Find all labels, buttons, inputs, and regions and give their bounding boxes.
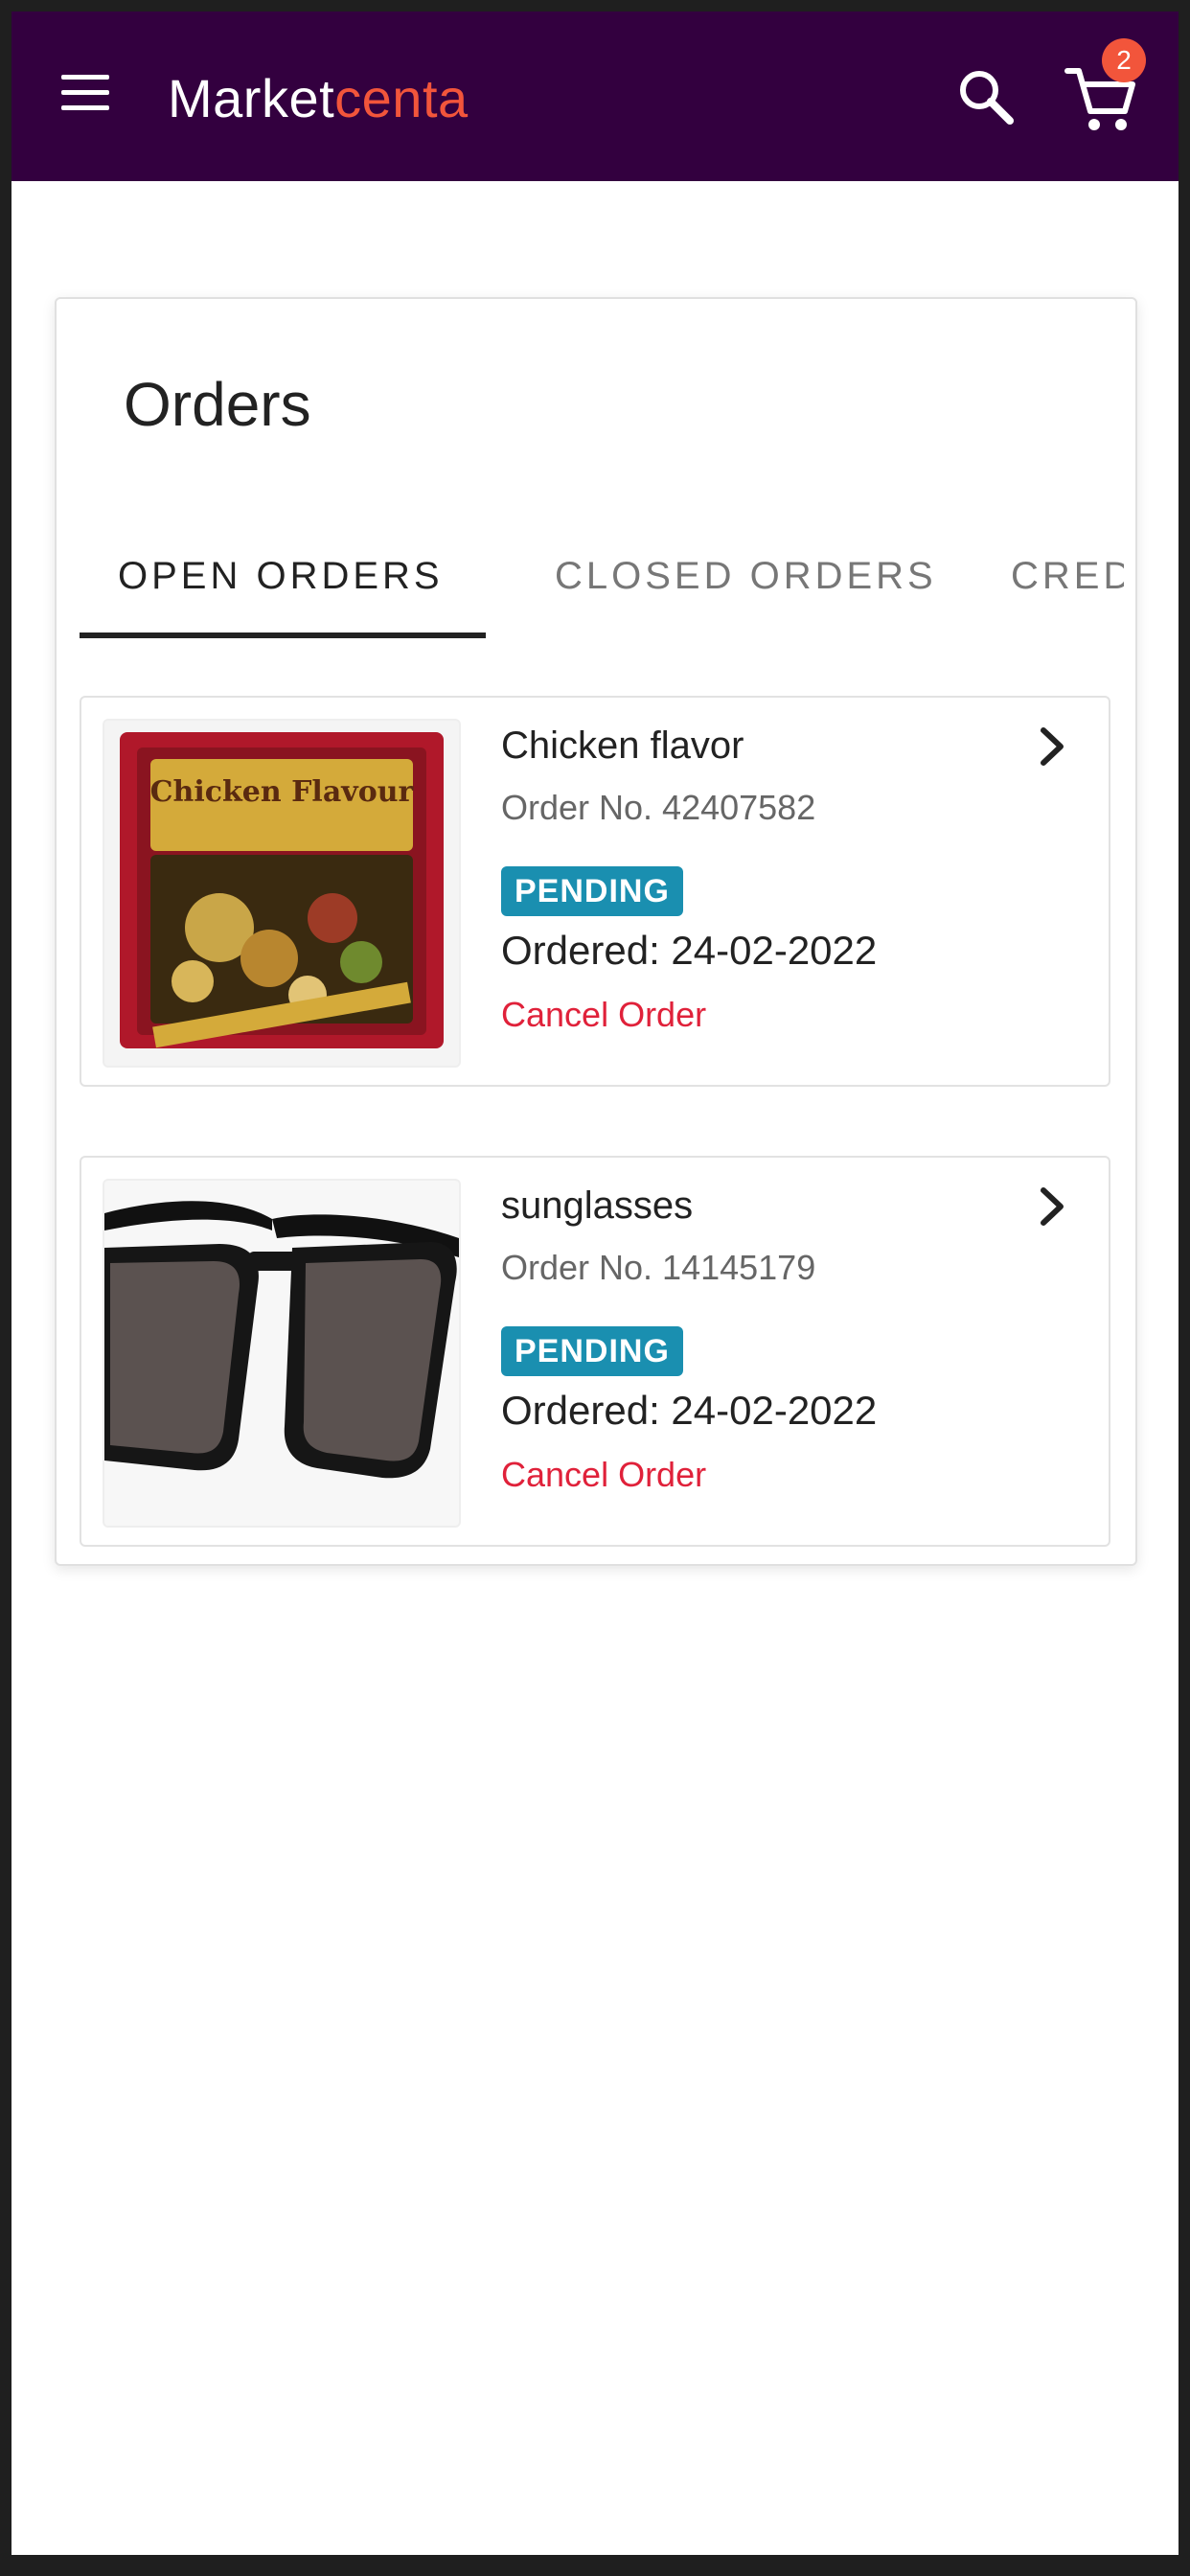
- order-number: Order No. 42407582: [501, 788, 816, 827]
- order-card[interactable]: Chicken Flavour Chicken flavor Order No.…: [80, 696, 1110, 1087]
- brand-primary-text: Market: [168, 68, 335, 128]
- cancel-order-link[interactable]: Cancel Order: [501, 991, 706, 1039]
- status-badge: PENDING: [501, 1326, 683, 1376]
- order-card[interactable]: sunglasses Order No. 14145179 PENDING Or…: [80, 1156, 1110, 1547]
- chicken-flavor-pack-image: Chicken Flavour: [104, 721, 459, 1066]
- app-screen: Marketcenta 2 Orders OPEN ORDERS CLOSED …: [11, 12, 1179, 2555]
- order-product-name: Chicken flavor: [501, 724, 744, 767]
- order-date: Ordered: 24-02-2022: [501, 1388, 878, 1433]
- tab-open-orders[interactable]: OPEN ORDERS: [118, 519, 444, 632]
- brand-logo[interactable]: Marketcenta: [168, 65, 469, 132]
- cart-count-badge: 2: [1102, 38, 1146, 82]
- orders-card: Orders OPEN ORDERS CLOSED ORDERS CRED Ch…: [55, 297, 1137, 1566]
- product-image: Chicken Flavour: [103, 719, 461, 1068]
- pack-label: Chicken Flavour: [150, 775, 415, 809]
- order-tabs: OPEN ORDERS CLOSED ORDERS CRED: [80, 519, 1124, 638]
- chevron-right-icon[interactable]: [1032, 1183, 1074, 1230]
- chevron-right-icon[interactable]: [1032, 723, 1074, 770]
- page-title: Orders: [124, 370, 311, 439]
- active-tab-indicator: [80, 632, 486, 638]
- cancel-order-link[interactable]: Cancel Order: [501, 1451, 706, 1499]
- search-button[interactable]: [954, 65, 1018, 128]
- product-image: [103, 1179, 461, 1528]
- menu-button[interactable]: [57, 69, 113, 117]
- order-date: Ordered: 24-02-2022: [501, 928, 878, 973]
- order-number: Order No. 14145179: [501, 1248, 816, 1287]
- app-bar: Marketcenta 2: [11, 12, 1179, 181]
- tab-closed-orders[interactable]: CLOSED ORDERS: [555, 519, 937, 632]
- status-badge: PENDING: [501, 866, 683, 916]
- sunglasses-image: [104, 1181, 459, 1526]
- tab-credit[interactable]: CRED: [1011, 519, 1124, 632]
- brand-accent-text: centa: [334, 68, 469, 128]
- order-product-name: sunglasses: [501, 1184, 694, 1227]
- search-icon: [960, 71, 1014, 125]
